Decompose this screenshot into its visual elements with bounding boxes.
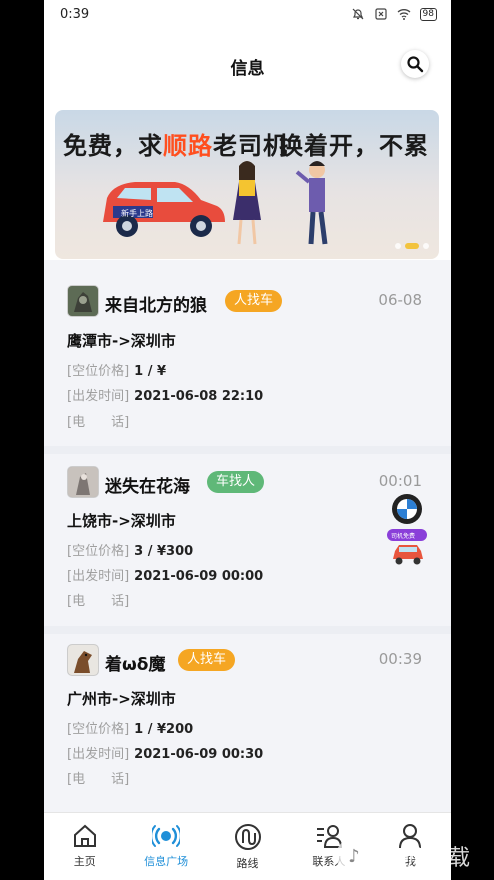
page-title: 信息 xyxy=(230,59,265,79)
depart-value: 2021-06-08 22:10 xyxy=(134,389,264,404)
phone-label: [电 话] xyxy=(67,415,130,430)
post-type-badge: 车找人 xyxy=(207,471,265,493)
price-value: 1 / ¥ xyxy=(134,364,167,379)
depart-row: [出发时间] 2021-06-08 22:10 xyxy=(67,385,263,404)
phone-label: [电 话] xyxy=(67,772,130,787)
post-type-badge: 人找车 xyxy=(178,649,236,671)
status-bar: 0:39 98 xyxy=(44,0,451,30)
post-card[interactable]: 着ωδ魔 人找车 00:39 广州市->深圳市 [空位价格] 1 / ¥200 [… xyxy=(44,634,451,812)
car-sticker-label: 新手上路 xyxy=(121,208,153,218)
post-time: 00:39 xyxy=(378,650,422,668)
phone-row[interactable]: [电 话] xyxy=(67,590,129,609)
floating-ad-label: 司机免费 xyxy=(391,533,416,540)
home-icon xyxy=(73,824,96,847)
route-icon xyxy=(234,824,261,850)
poster-name: 来自北方的狼 xyxy=(105,296,207,316)
price-row: [空位价格] 3 / ¥300 xyxy=(67,540,193,559)
banner-dot[interactable] xyxy=(395,243,401,249)
price-row: [空位价格] 1 / ¥ xyxy=(67,360,166,379)
status-time: 0:39 xyxy=(60,7,90,22)
post-route: 广州市->深圳市 xyxy=(67,690,176,708)
floating-ad[interactable]: 司机免费 xyxy=(383,493,433,578)
banner-illustration: 新手上路 xyxy=(103,161,328,245)
depart-label: [出发时间] xyxy=(67,389,130,404)
price-label: [空位价格] xyxy=(67,722,130,737)
app-screen: 0:39 98 信息 免费，求顺路老司机 换着开，不累 新手上路 来自北方的狼 … xyxy=(44,0,451,880)
woman-figure-image xyxy=(233,161,261,245)
tab-info-square[interactable]: 信息广场 xyxy=(125,813,206,880)
tab-label: 主页 xyxy=(73,855,96,868)
wolf-avatar-image xyxy=(68,286,98,316)
wifi-icon xyxy=(397,9,410,20)
post-card[interactable]: 来自北方的狼 人找车 06-08 鹰潭市->深圳市 [空位价格] 1 / ¥ [出… xyxy=(44,268,451,446)
promo-banner[interactable]: 免费，求顺路老司机 换着开，不累 新手上路 xyxy=(55,110,439,259)
broadcast-icon xyxy=(152,825,181,847)
tab-home[interactable]: 主页 xyxy=(44,813,125,880)
post-time: 00:01 xyxy=(378,472,422,490)
poster-name: 迷失在花海 xyxy=(105,477,190,497)
battery-level: 98 xyxy=(419,7,437,21)
top-nav: 信息 xyxy=(44,30,451,100)
tab-label: 路线 xyxy=(236,857,259,870)
post-route: 上饶市->深圳市 xyxy=(67,512,176,530)
phone-row[interactable]: [电 话] xyxy=(67,768,129,787)
price-row: [空位价格] 1 / ¥200 xyxy=(67,718,193,737)
depart-row: [出发时间] 2021-06-09 00:30 xyxy=(67,743,263,762)
search-button[interactable] xyxy=(401,50,429,78)
status-icons: 98 xyxy=(351,7,437,21)
sim-off-icon xyxy=(374,8,387,20)
depart-label: [出发时间] xyxy=(67,747,130,762)
avatar[interactable] xyxy=(67,466,99,498)
price-label: [空位价格] xyxy=(67,364,130,379)
mute-bell-icon xyxy=(352,8,363,20)
tab-routes[interactable]: 路线 xyxy=(207,813,288,880)
post-type-badge: 人找车 xyxy=(225,290,283,312)
tab-label: 信息广场 xyxy=(144,855,189,868)
phone-row[interactable]: [电 话] xyxy=(67,411,129,430)
banner-dot[interactable] xyxy=(423,243,429,249)
watermark: ♪ 一听下载 xyxy=(336,838,472,874)
flower-avatar-image xyxy=(68,467,98,497)
horse-avatar-image xyxy=(68,645,98,675)
avatar[interactable] xyxy=(67,644,99,676)
post-time: 06-08 xyxy=(378,291,422,309)
man-figure-image xyxy=(295,161,328,245)
banner-pagination[interactable] xyxy=(395,243,429,249)
divider xyxy=(44,626,451,634)
watermark-logo-icon: ♪ xyxy=(336,838,372,874)
post-route: 鹰潭市->深圳市 xyxy=(67,332,176,350)
price-label: [空位价格] xyxy=(67,544,130,559)
banner-section: 免费，求顺路老司机 换着开，不累 新手上路 xyxy=(44,100,451,260)
divider xyxy=(44,446,451,454)
watermark-text: 一听下载 xyxy=(376,846,473,871)
banner-dot-active[interactable] xyxy=(405,243,419,249)
depart-label: [出发时间] xyxy=(67,569,130,584)
avatar[interactable] xyxy=(67,285,99,317)
depart-value: 2021-06-09 00:00 xyxy=(134,569,264,584)
price-value: 1 / ¥200 xyxy=(134,722,194,737)
price-value: 3 / ¥300 xyxy=(134,544,194,559)
poster-name: 着ωδ魔 xyxy=(105,655,166,675)
search-icon xyxy=(407,56,424,73)
phone-label: [电 话] xyxy=(67,594,130,609)
depart-value: 2021-06-09 00:30 xyxy=(134,747,264,762)
depart-row: [出发时间] 2021-06-09 00:00 xyxy=(67,565,263,584)
